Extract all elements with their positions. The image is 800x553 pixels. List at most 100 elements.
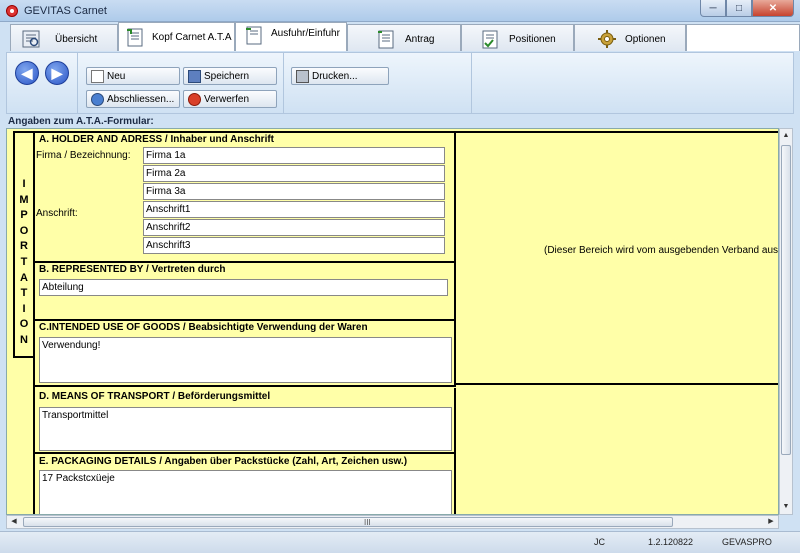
app-icon: [6, 5, 18, 17]
ata-form: I M P O R T A T I O N A. HOLDER AND ADRE…: [6, 128, 779, 515]
scroll-left-icon[interactable]: ◀: [7, 516, 21, 528]
section-label: Angaben zum A.T.A.-Formular:: [8, 116, 154, 127]
importation-box: I M P O R T A T I O N: [13, 131, 35, 358]
company-line-3-field[interactable]: Firma 3a: [143, 183, 445, 200]
new-document-icon: [91, 69, 104, 83]
tab-positionen[interactable]: Positionen: [461, 24, 574, 51]
holder-section: A. HOLDER AND ADRESS / Inhaber und Ansch…: [33, 131, 456, 263]
tab-kopf-carnet[interactable]: Kopf Carnet A.T.A: [118, 22, 235, 51]
tab-label: Kopf Carnet A.T.A: [152, 32, 232, 43]
company-line-1-field[interactable]: Firma 1a: [143, 147, 445, 164]
printer-icon: [296, 69, 309, 83]
save-button[interactable]: Speichern: [183, 67, 277, 85]
new-button-label: Neu: [107, 70, 126, 82]
transport-section: D. MEANS OF TRANSPORT / Beförderungsmitt…: [33, 388, 456, 454]
importation-letter: T: [20, 255, 28, 268]
export-import-icon: [246, 26, 262, 45]
finish-icon: [91, 92, 104, 106]
importation-letter: A: [20, 271, 28, 284]
title-bar: GEVITAS Carnet ─ □ ✕: [0, 0, 800, 22]
address-line-2-field[interactable]: Anschrift2: [143, 219, 445, 236]
discard-button-label: Verwerfen: [204, 93, 250, 105]
back-button[interactable]: ◀: [15, 61, 39, 85]
gear-icon: [598, 30, 616, 48]
tab-bar: Übersicht Kopf Carnet A.T.A Ausfuhr/Einf…: [0, 22, 800, 52]
document-icon: [127, 28, 143, 47]
packaging-title: E. PACKAGING DETAILS / Angaben über Pack…: [39, 456, 408, 467]
save-button-label: Speichern: [204, 70, 250, 82]
importation-letter: T: [20, 287, 28, 300]
discard-button[interactable]: Verwerfen: [183, 90, 277, 108]
finish-button[interactable]: Abschliessen...: [86, 90, 180, 108]
importation-letter: I: [22, 302, 26, 315]
address-line-3-field[interactable]: Anschrift3: [143, 237, 445, 254]
importation-letter: P: [20, 209, 28, 222]
toolbar-separator: [283, 53, 284, 113]
tab-optionen[interactable]: Optionen: [574, 24, 686, 51]
address-label: Anschrift:: [36, 208, 78, 219]
forward-button[interactable]: ▶: [45, 61, 69, 85]
importation-label: I M P O R T A T I O N: [15, 177, 33, 349]
represented-section: B. REPRESENTED BY / Vertreten durch Abte…: [33, 261, 456, 321]
window-title: GEVITAS Carnet: [24, 5, 107, 17]
toolbar-separator: [471, 53, 472, 113]
importation-letter: R: [20, 240, 28, 253]
represented-title: B. REPRESENTED BY / Vertreten durch: [39, 264, 226, 275]
company-line-2-field[interactable]: Firma 2a: [143, 165, 445, 182]
window-controls: ─ □ ✕: [700, 0, 794, 18]
status-system: GEVASPRO: [722, 537, 772, 547]
vertical-scrollbar[interactable]: ▲ ▼: [779, 128, 793, 515]
horizontal-scrollbar[interactable]: ◀ III ▶: [6, 515, 779, 529]
represented-field[interactable]: Abteilung: [39, 279, 448, 296]
positions-icon: [482, 30, 498, 49]
packaging-field[interactable]: 17 Packstcxüeje: [39, 470, 452, 514]
importation-letter: M: [19, 193, 29, 206]
application-icon: [378, 30, 394, 49]
address-line-1-field[interactable]: Anschrift1: [143, 201, 445, 218]
status-bar: JC 1.2.120822 GEVASPRO: [0, 531, 800, 553]
tab-label: Antrag: [405, 34, 435, 45]
importation-letter: O: [19, 224, 29, 237]
new-button[interactable]: Neu: [86, 67, 180, 85]
status-version: 1.2.120822: [648, 537, 694, 547]
toolbar-separator: [77, 53, 78, 113]
scroll-down-icon[interactable]: ▼: [780, 500, 792, 514]
tab-ausfuhr-einfuhr[interactable]: Ausfuhr/Einfuhr: [235, 22, 347, 51]
importation-letter: I: [22, 178, 26, 190]
maximize-button[interactable]: □: [726, 0, 752, 17]
toolbar: ◀ ▶ Neu Speichern Drucken... Abschliesse…: [6, 52, 794, 114]
scroll-grip: III: [364, 518, 371, 527]
discard-icon: [188, 92, 201, 106]
transport-title: D. MEANS OF TRANSPORT / Beförderungsmitt…: [39, 391, 271, 402]
horizontal-scroll-thumb[interactable]: III: [23, 517, 673, 527]
tab-label: Positionen: [509, 34, 556, 45]
issuer-note: (Dieser Bereich wird vom ausgebenden Ver…: [544, 245, 779, 256]
overview-icon: [22, 30, 40, 48]
vertical-scroll-thumb[interactable]: [781, 145, 791, 455]
print-button-label: Drucken...: [312, 70, 358, 82]
packaging-section: E. PACKAGING DETAILS / Angaben über Pack…: [33, 452, 456, 514]
holder-title: A. HOLDER AND ADRESS / Inhaber und Ansch…: [39, 134, 275, 145]
tab-uebersicht[interactable]: Übersicht: [10, 24, 118, 51]
minimize-button[interactable]: ─: [700, 0, 726, 17]
importation-letter: N: [20, 333, 28, 346]
tab-label: Optionen: [625, 34, 666, 45]
scroll-up-icon[interactable]: ▲: [780, 129, 792, 143]
tab-bar-filler: [686, 24, 800, 51]
company-label: Firma / Bezeichnung:: [36, 150, 131, 161]
tab-label: Ausfuhr/Einfuhr: [271, 28, 340, 39]
close-button[interactable]: ✕: [752, 0, 794, 17]
intended-use-section: C.INTENDED USE OF GOODS / Beabsichtigte …: [33, 319, 456, 387]
finish-button-label: Abschliessen...: [107, 93, 175, 105]
intended-use-field[interactable]: Verwendung!: [39, 337, 452, 383]
tab-label: Übersicht: [55, 34, 98, 45]
scroll-right-icon[interactable]: ▶: [764, 516, 778, 528]
floppy-disk-icon: [188, 69, 201, 83]
transport-field[interactable]: Transportmittel: [39, 407, 452, 451]
importation-letter: O: [19, 318, 29, 331]
tab-antrag[interactable]: Antrag: [347, 24, 461, 51]
issuer-area: (Dieser Bereich wird vom ausgebenden Ver…: [454, 131, 779, 385]
intended-use-title: C.INTENDED USE OF GOODS / Beabsichtigte …: [39, 322, 368, 333]
status-user: JC: [594, 537, 605, 547]
print-button[interactable]: Drucken...: [291, 67, 389, 85]
